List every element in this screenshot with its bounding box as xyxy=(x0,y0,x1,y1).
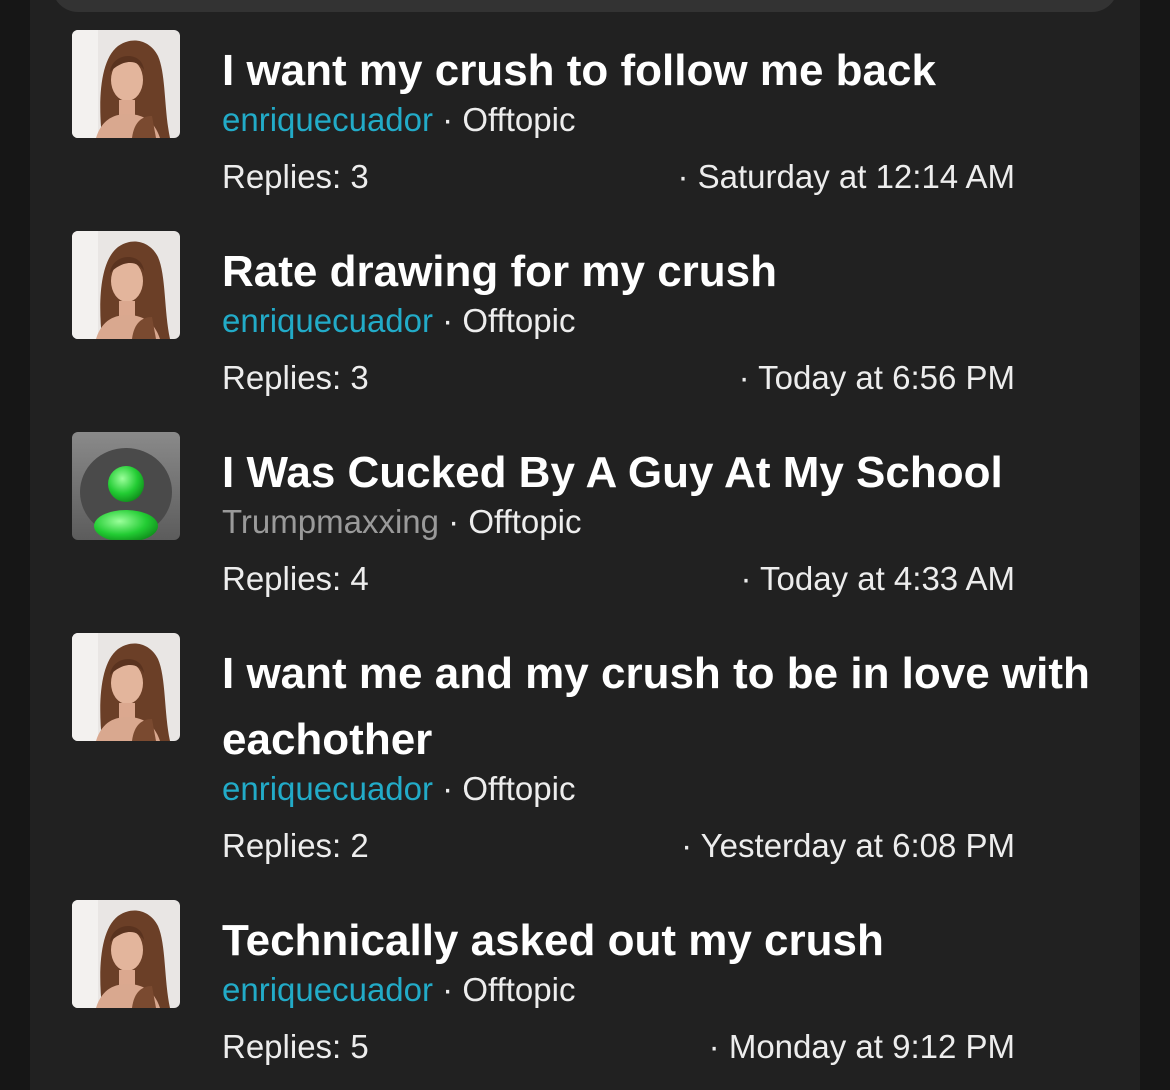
forum-link[interactable]: Offtopic xyxy=(462,302,575,339)
reply-count: Replies: 4 xyxy=(222,560,369,597)
thread-meta: enriquecuador · Offtopic xyxy=(222,100,575,140)
user-avatar[interactable] xyxy=(72,900,180,1008)
separator: · xyxy=(442,971,454,1008)
last-post-date[interactable]: · Monday at 9:12 PM xyxy=(709,1027,1015,1067)
thread-title[interactable]: Rate drawing for my crush xyxy=(222,239,1102,305)
separator: · xyxy=(442,770,454,807)
thread-meta: Trumpmaxxing · Offtopic xyxy=(222,502,581,542)
forum-link[interactable]: Offtopic xyxy=(468,503,581,540)
user-avatar[interactable] xyxy=(72,30,180,138)
thread-title[interactable]: Technically asked out my crush xyxy=(222,908,1102,974)
forum-link[interactable]: Offtopic xyxy=(462,770,575,807)
thread-meta: enriquecuador · Offtopic xyxy=(222,301,575,341)
reply-count: Replies: 3 xyxy=(222,158,369,195)
user-avatar[interactable] xyxy=(72,633,180,741)
last-post-date[interactable]: · Yesterday at 6:08 PM xyxy=(681,826,1015,866)
separator: · xyxy=(442,302,454,339)
thread-meta: enriquecuador · Offtopic xyxy=(222,769,575,809)
author-link[interactable]: enriquecuador xyxy=(222,971,433,1008)
author-link[interactable]: Trumpmaxxing xyxy=(222,503,439,540)
reply-count: Replies: 2 xyxy=(222,827,369,864)
author-link[interactable]: enriquecuador xyxy=(222,302,433,339)
last-post-date[interactable]: · Today at 4:33 AM xyxy=(740,559,1015,599)
thread-meta: enriquecuador · Offtopic xyxy=(222,970,575,1010)
separator: · xyxy=(442,101,454,138)
last-post-date[interactable]: · Today at 6:56 PM xyxy=(739,358,1015,398)
forum-link[interactable]: Offtopic xyxy=(462,971,575,1008)
thread-title[interactable]: I want me and my crush to be in love wit… xyxy=(222,641,1102,773)
reply-count: Replies: 3 xyxy=(222,359,369,396)
last-post-date[interactable]: · Saturday at 12:14 AM xyxy=(677,157,1015,197)
top-bar xyxy=(52,0,1118,12)
reply-count: Replies: 5 xyxy=(222,1028,369,1065)
default-user-avatar[interactable] xyxy=(72,432,180,540)
author-link[interactable]: enriquecuador xyxy=(222,770,433,807)
author-link[interactable]: enriquecuador xyxy=(222,101,433,138)
thread-title[interactable]: I want my crush to follow me back xyxy=(222,38,1102,104)
user-avatar[interactable] xyxy=(72,231,180,339)
separator: · xyxy=(448,503,460,540)
thread-title[interactable]: I Was Cucked By A Guy At My School xyxy=(222,440,1102,506)
forum-link[interactable]: Offtopic xyxy=(462,101,575,138)
